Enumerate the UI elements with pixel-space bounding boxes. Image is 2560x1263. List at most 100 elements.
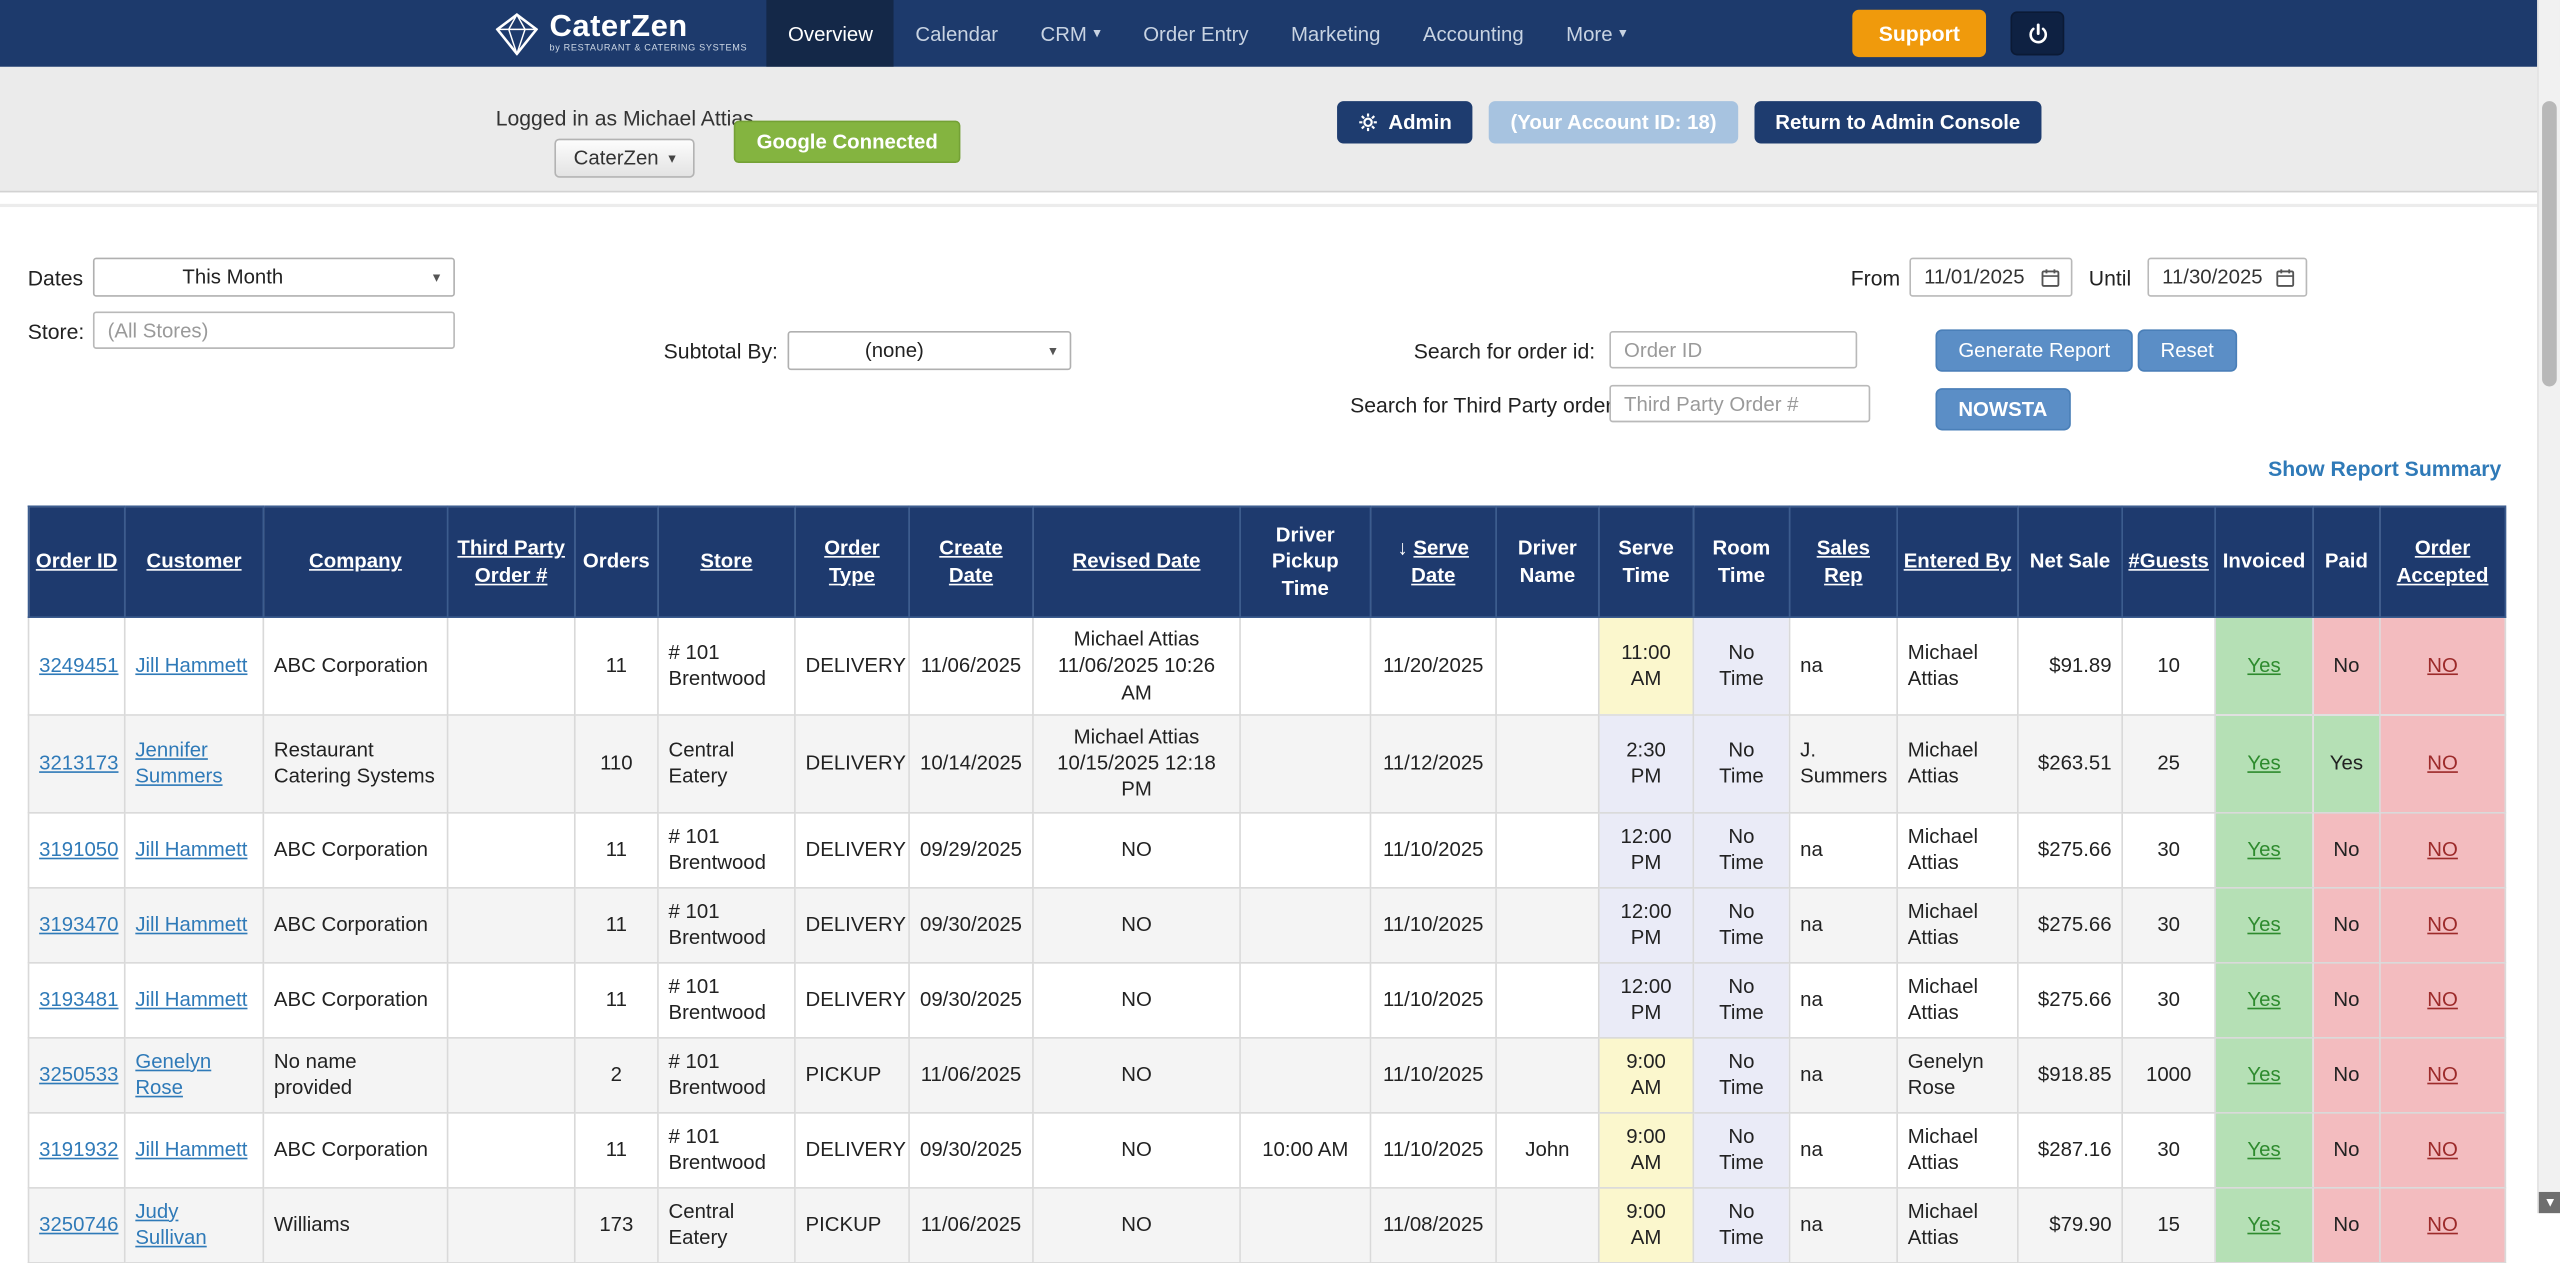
scrollbar-thumb[interactable] — [2542, 101, 2557, 386]
order-id-link[interactable]: 3191050 — [39, 838, 118, 861]
net-sale-cell: $79.90 — [2018, 1187, 2122, 1262]
order-accepted-link[interactable]: NO — [2427, 1063, 2458, 1086]
until-date-field — [2147, 258, 2307, 297]
customer-link[interactable]: Jill Hammett — [135, 913, 247, 936]
nav-item-calendar[interactable]: Calendar — [894, 0, 1019, 67]
invoiced-link[interactable]: Yes — [2247, 1063, 2280, 1086]
room-time-cell: No Time — [1693, 887, 1789, 962]
order-accepted-link[interactable]: NO — [2427, 913, 2458, 936]
column-header-company[interactable]: Company — [263, 506, 447, 617]
customer-link[interactable]: Genelyn Rose — [135, 1050, 211, 1099]
order-id-link[interactable]: 3250533 — [39, 1063, 118, 1086]
nav-item-crm[interactable]: CRM▾ — [1019, 0, 1122, 67]
until-date-input[interactable] — [2149, 266, 2263, 289]
order-id-link[interactable]: 3193481 — [39, 988, 118, 1011]
order-accepted-link[interactable]: NO — [2427, 752, 2458, 775]
order-id-link[interactable]: 3193470 — [39, 913, 118, 936]
customer-link[interactable]: Jill Hammett — [135, 838, 247, 861]
invoiced-link[interactable]: Yes — [2247, 838, 2280, 861]
customer-link[interactable]: Jill Hammett — [135, 988, 247, 1011]
dates-select[interactable]: This Month ▾ — [93, 258, 455, 297]
vertical-scrollbar[interactable]: ▼ — [2537, 0, 2560, 1213]
calendar-icon[interactable] — [2265, 267, 2306, 288]
order-accepted-link[interactable]: NO — [2427, 988, 2458, 1011]
column-header-order-accepted[interactable]: Order Accepted — [2380, 506, 2506, 617]
admin-button[interactable]: Admin — [1338, 101, 1473, 143]
customer-link[interactable]: Judy Sullivan — [135, 1200, 206, 1249]
report-filters: Dates This Month ▾ From Until Store: Sub… — [0, 207, 2560, 505]
orders-count-cell: 11 — [575, 962, 658, 1037]
nav-item-overview[interactable]: Overview — [767, 0, 894, 67]
order-accepted-link[interactable]: NO — [2427, 1138, 2458, 1161]
column-header-revised-date[interactable]: Revised Date — [1033, 506, 1240, 617]
customer-link[interactable]: Jill Hammett — [135, 654, 247, 677]
order-accepted-link[interactable]: NO — [2427, 838, 2458, 861]
order-id-link[interactable]: 3213173 — [39, 752, 118, 775]
create-date-cell: 11/06/2025 — [909, 617, 1033, 714]
invoiced-link[interactable]: Yes — [2247, 913, 2280, 936]
reset-button[interactable]: Reset — [2138, 329, 2237, 371]
column-header-create-date[interactable]: Create Date — [909, 506, 1033, 617]
support-button[interactable]: Support — [1853, 10, 1986, 57]
column-header-serve-date[interactable]: ↓ Serve Date — [1370, 506, 1496, 617]
caterzen-logo[interactable]: CaterZen by RESTAURANT & CATERING SYSTEM… — [496, 0, 767, 67]
column-header-customer[interactable]: Customer — [125, 506, 264, 617]
invoiced-link[interactable]: Yes — [2247, 988, 2280, 1011]
invoiced-link[interactable]: Yes — [2247, 752, 2280, 775]
nav-item-more[interactable]: More▾ — [1545, 0, 1648, 67]
account-dropdown[interactable]: CaterZen ▾ — [554, 139, 695, 178]
room-time-cell: No Time — [1693, 617, 1789, 714]
invoiced-link[interactable]: Yes — [2247, 1213, 2280, 1236]
order-id-link[interactable]: 3191932 — [39, 1138, 118, 1161]
order-accepted-link[interactable]: NO — [2427, 1213, 2458, 1236]
calendar-icon[interactable] — [2030, 267, 2071, 288]
order-id-cell: 3250533 — [29, 1037, 125, 1112]
order-id-link[interactable]: 3250746 — [39, 1213, 118, 1236]
nowsta-button[interactable]: NOWSTA — [1935, 388, 2070, 430]
customer-link[interactable]: Jill Hammett — [135, 1138, 247, 1161]
entered-by-cell: Michael Attias — [1897, 962, 2018, 1037]
serve-date-cell: 11/10/2025 — [1370, 887, 1496, 962]
account-id-button[interactable]: (Your Account ID: 18) — [1489, 101, 1738, 143]
entered-by-cell: Michael Attias — [1897, 1112, 2018, 1187]
entered-by-cell: Michael Attias — [1897, 887, 2018, 962]
customer-link[interactable]: Jennifer Summers — [135, 738, 222, 787]
scrollbar-down-arrow[interactable]: ▼ — [2539, 1192, 2560, 1213]
logout-power-button[interactable] — [2010, 11, 2064, 55]
column-header-sales-rep[interactable]: Sales Rep — [1790, 506, 1898, 617]
return-admin-console-button[interactable]: Return to Admin Console — [1754, 101, 2041, 143]
nav-item-order-entry[interactable]: Order Entry — [1122, 0, 1270, 67]
revised-date-cell: NO — [1033, 812, 1240, 887]
generate-report-button[interactable]: Generate Report — [1935, 329, 2132, 371]
orders-count-cell: 11 — [575, 812, 658, 887]
caret-down-icon: ▾ — [1619, 24, 1626, 42]
driver-name-cell — [1496, 1187, 1599, 1262]
third-party-search-input[interactable] — [1609, 385, 1870, 423]
order-id-link[interactable]: 3249451 — [39, 654, 118, 677]
order-id-cell: 3213173 — [29, 715, 125, 812]
paid-cell: No — [2313, 1037, 2380, 1112]
order-type-cell: DELIVERY — [795, 617, 909, 714]
driver-name-cell — [1496, 715, 1599, 812]
order-accepted-link[interactable]: NO — [2427, 654, 2458, 677]
column-header-order-type[interactable]: Order Type — [795, 506, 909, 617]
order-accepted-cell: NO — [2380, 1112, 2506, 1187]
invoiced-link[interactable]: Yes — [2247, 1138, 2280, 1161]
paid-cell: No — [2313, 812, 2380, 887]
invoiced-link[interactable]: Yes — [2247, 654, 2280, 677]
from-date-input[interactable] — [1911, 266, 2025, 289]
column-header-invoiced: Invoiced — [2215, 506, 2313, 617]
column-header-order-id[interactable]: Order ID — [29, 506, 125, 617]
column-header-entered-by[interactable]: Entered By — [1897, 506, 2018, 617]
column-header-guests[interactable]: #Guests — [2122, 506, 2215, 617]
nav-item-marketing[interactable]: Marketing — [1270, 0, 1402, 67]
order-id-search-input[interactable] — [1609, 331, 1857, 369]
subtotal-select[interactable]: (none) ▾ — [788, 331, 1072, 370]
show-report-summary-link[interactable]: Show Report Summary — [2268, 457, 2501, 481]
nav-item-accounting[interactable]: Accounting — [1402, 0, 1545, 67]
column-header-store[interactable]: Store — [658, 506, 795, 617]
column-header-third-party-order[interactable]: Third Party Order # — [448, 506, 575, 617]
store-input[interactable] — [93, 311, 455, 349]
guests-cell: 1000 — [2122, 1037, 2215, 1112]
google-connected-button[interactable]: Google Connected — [734, 121, 961, 163]
